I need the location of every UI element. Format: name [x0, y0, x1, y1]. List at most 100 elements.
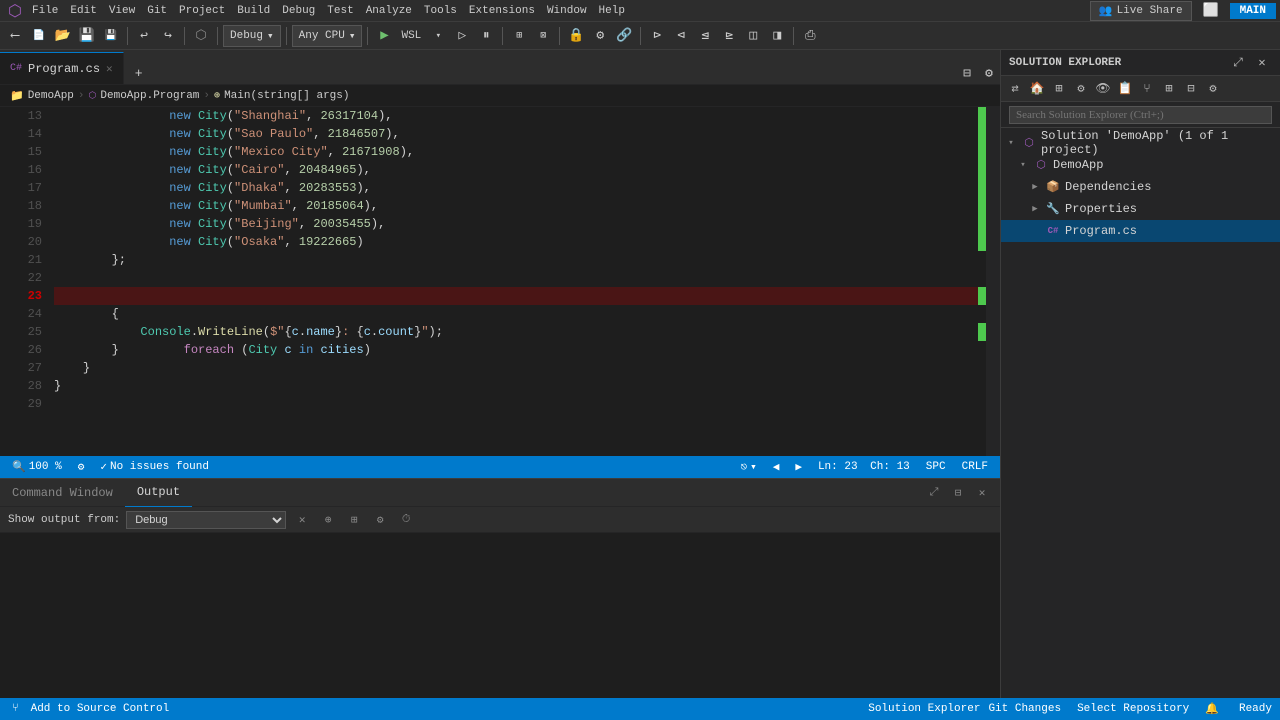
- toolbar-btn6[interactable]: ⊳: [646, 25, 668, 47]
- menu-analyze[interactable]: Analyze: [360, 0, 418, 21]
- panel-float-btn[interactable]: ⤢: [924, 483, 944, 503]
- toolbar-btn11[interactable]: ◨: [766, 25, 788, 47]
- panel-dock-btn[interactable]: ⊟: [948, 483, 968, 503]
- select-repository-btn[interactable]: Select Repository: [1073, 703, 1193, 715]
- format-arrow: ▾: [750, 460, 757, 474]
- code-content[interactable]: new City("Shanghai", 26317104), new City…: [50, 107, 978, 456]
- ln-status[interactable]: Ln: 23 Ch: 13: [814, 461, 914, 473]
- toolbar-btn1[interactable]: ⊞: [508, 25, 530, 47]
- menu-debug[interactable]: Debug: [276, 0, 321, 21]
- save-all-btn[interactable]: 💾: [100, 25, 122, 47]
- se-git-btn[interactable]: ⑂: [1137, 79, 1157, 99]
- se-expand-all-btn[interactable]: ⊞: [1159, 79, 1179, 99]
- se-dependencies[interactable]: ▶ 📦 Dependencies: [1001, 176, 1280, 198]
- se-solution-root[interactable]: ▾ ⬡ Solution 'DemoApp' (1 of 1 project): [1001, 132, 1280, 154]
- sep9: [793, 27, 794, 45]
- solution-explorer-tab[interactable]: Solution Explorer: [864, 703, 984, 715]
- se-search-input[interactable]: [1009, 106, 1272, 124]
- se-preview-btn[interactable]: 👁: [1093, 79, 1113, 99]
- menu-project[interactable]: Project: [173, 0, 231, 21]
- toolbar-btn4[interactable]: ⚙: [589, 25, 611, 47]
- tab-program-cs[interactable]: C# Program.cs ✕: [0, 52, 124, 84]
- se-settings-btn[interactable]: ⚙: [1203, 79, 1223, 99]
- se-preview2-btn[interactable]: 📋: [1115, 79, 1135, 99]
- new-tab-button[interactable]: +: [128, 62, 150, 84]
- output-clear-btn[interactable]: ✕: [292, 510, 312, 530]
- panel-tab-bar: Command Window Output ⤢ ⊟ ✕: [0, 479, 1000, 507]
- menu-build[interactable]: Build: [231, 0, 276, 21]
- new-project-btn[interactable]: 📄: [28, 25, 50, 47]
- se-properties[interactable]: ▶ 🔧 Properties: [1001, 198, 1280, 220]
- maximize-icon[interactable]: ⬜: [1200, 0, 1222, 22]
- output-settings-btn[interactable]: ⚙: [370, 510, 390, 530]
- se-sync-btn[interactable]: ⇄: [1005, 79, 1025, 99]
- menu-file[interactable]: File: [26, 0, 64, 21]
- menu-window[interactable]: Window: [541, 0, 593, 21]
- back-btn[interactable]: ⟵: [4, 25, 26, 47]
- nav-prev[interactable]: ◀: [769, 460, 784, 474]
- redo-btn[interactable]: ↪: [157, 25, 179, 47]
- se-collapse-all-btn[interactable]: ⊟: [1181, 79, 1201, 99]
- menu-edit[interactable]: Edit: [64, 0, 102, 21]
- toolbar-btn10[interactable]: ◫: [742, 25, 764, 47]
- menu-extensions[interactable]: Extensions: [463, 0, 541, 21]
- breadcrumb-app[interactable]: DemoApp: [28, 90, 74, 102]
- run-label[interactable]: WSL: [397, 25, 425, 47]
- se-close-btn[interactable]: ✕: [1252, 53, 1272, 73]
- menu-git[interactable]: Git: [141, 0, 173, 21]
- save-btn[interactable]: 💾: [76, 25, 98, 47]
- debug-mode-dropdown[interactable]: Debug ▾: [223, 25, 281, 47]
- pause-btn[interactable]: ⏸: [475, 25, 497, 47]
- menu-tools[interactable]: Tools: [418, 0, 463, 21]
- git-changes-tab[interactable]: Git Changes: [984, 703, 1065, 715]
- config-icon-item[interactable]: ⚙: [74, 460, 89, 474]
- se-expand-icon[interactable]: ⤢: [1228, 53, 1248, 73]
- toolbar-btn5[interactable]: 🔗: [613, 25, 635, 47]
- se-filter-btn[interactable]: ⊞: [1049, 79, 1069, 99]
- toolbar-btn2[interactable]: ⊠: [532, 25, 554, 47]
- toolbar-btn9[interactable]: ⊵: [718, 25, 740, 47]
- breadcrumb-method[interactable]: Main(string[] args): [224, 90, 349, 102]
- editor-settings-btn[interactable]: ⚙: [978, 62, 1000, 84]
- issues-status[interactable]: ✓ No issues found: [96, 460, 213, 474]
- live-share-button[interactable]: 👥 Live Share: [1090, 1, 1192, 21]
- toolbar-btn8[interactable]: ⊴: [694, 25, 716, 47]
- tab-close-icon[interactable]: ✕: [106, 62, 113, 76]
- menu-test[interactable]: Test: [321, 0, 359, 21]
- tab-command-window[interactable]: Command Window: [0, 479, 125, 507]
- toolbar-btn12[interactable]: ⎙: [799, 25, 821, 47]
- undo-btn[interactable]: ↩: [133, 25, 155, 47]
- tab-output[interactable]: Output: [125, 479, 192, 507]
- enc-status[interactable]: SPC: [922, 461, 950, 473]
- git-icon-btn[interactable]: ⑂: [8, 703, 23, 715]
- toolbar-btn7[interactable]: ⊲: [670, 25, 692, 47]
- se-title: Solution Explorer: [1009, 57, 1224, 69]
- open-btn[interactable]: 📂: [52, 25, 74, 47]
- output-source-dropdown[interactable]: Debug Build Test: [126, 511, 286, 529]
- se-props-btn[interactable]: ⚙: [1071, 79, 1091, 99]
- panel-close-btn[interactable]: ✕: [972, 483, 992, 503]
- add-source-control-btn[interactable]: Add to Source Control: [27, 703, 174, 715]
- se-home-btn[interactable]: 🏠: [1027, 79, 1047, 99]
- menu-help[interactable]: Help: [593, 0, 631, 21]
- run-button[interactable]: ▶: [373, 25, 395, 47]
- attach-btn[interactable]: ▷: [451, 25, 473, 47]
- notification-bell-icon[interactable]: 🔔: [1201, 702, 1223, 716]
- debug-mode-label: Debug: [230, 30, 263, 42]
- zoom-level[interactable]: 🔍 100 %: [8, 460, 66, 474]
- se-programcs[interactable]: C# Program.cs: [1001, 220, 1280, 242]
- output-scroll-btn[interactable]: ⊕: [318, 510, 338, 530]
- eol-status[interactable]: CRLF: [958, 461, 992, 473]
- nav-next[interactable]: ▶: [791, 460, 806, 474]
- format-btn[interactable]: ⎋ ▾: [736, 460, 760, 474]
- solution-icon: ⬡: [1021, 135, 1037, 151]
- platform-dropdown[interactable]: Any CPU ▾: [292, 25, 363, 47]
- run-dropdown-icon[interactable]: ▾: [427, 25, 449, 47]
- toolbar-btn3[interactable]: 🔒: [565, 25, 587, 47]
- editor-collapse-btn[interactable]: ⊟: [956, 62, 978, 84]
- output-wrap-btn[interactable]: ⊞: [344, 510, 364, 530]
- output-timer-btn[interactable]: ⏱: [396, 510, 416, 530]
- breadcrumb-class[interactable]: DemoApp.Program: [100, 90, 199, 102]
- menu-view[interactable]: View: [103, 0, 141, 21]
- se-project-demoapp[interactable]: ▾ ⬡ DemoApp: [1001, 154, 1280, 176]
